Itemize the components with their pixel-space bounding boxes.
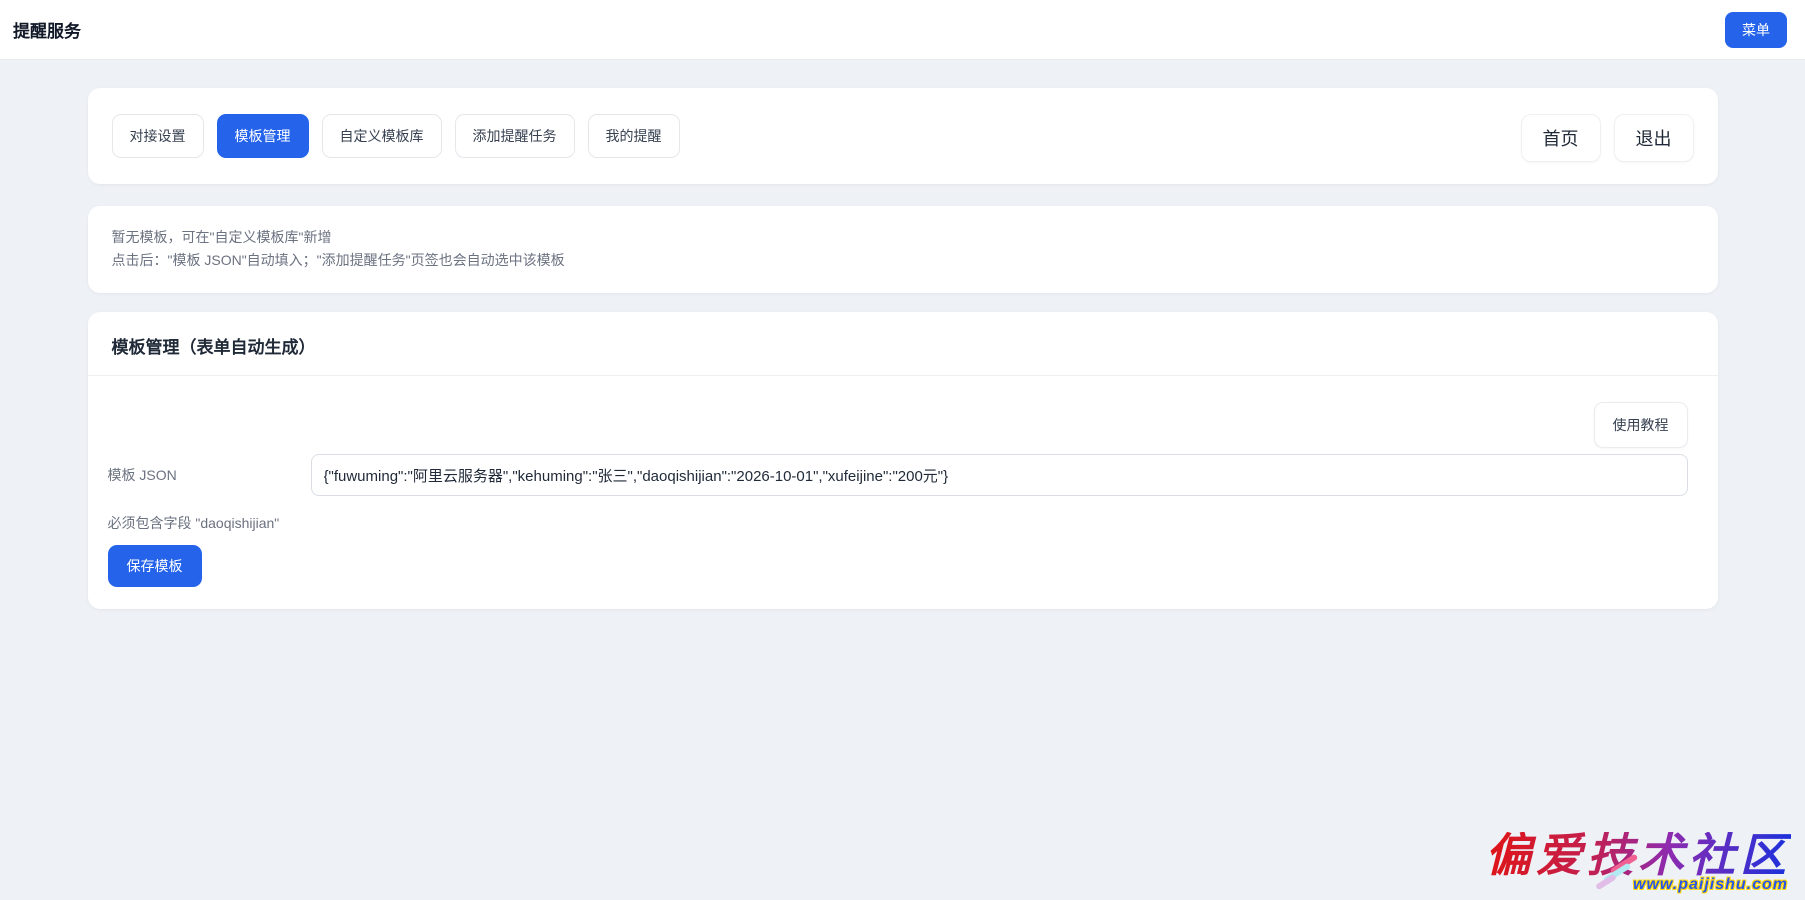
watermark-decor-strokes: [1595, 861, 1639, 888]
main-container: 对接设置 模板管理 自定义模板库 添加提醒任务 我的提醒 首页 退出 暂无模板，…: [88, 88, 1718, 609]
template-json-input[interactable]: [311, 454, 1688, 496]
notice-line-2: 点击后："模板 JSON"自动填入；"添加提醒任务"页签也会自动选中该模板: [112, 249, 1694, 272]
nav-right-actions: 首页 退出: [1521, 114, 1694, 162]
notice-line-1: 暂无模板，可在"自定义模板库"新增: [112, 226, 1694, 249]
decor-stroke-pink: [1610, 854, 1639, 875]
tab-my-reminders[interactable]: 我的提醒: [588, 114, 680, 158]
watermark-logo: 偏爱技术社区 www.paijishu.com: [1485, 832, 1791, 894]
template-card-body: 使用教程 模板 JSON 必须包含字段 "daoqishijian" 保存模板: [88, 376, 1718, 609]
watermark-brand-text: 偏爱技术社区: [1485, 832, 1791, 880]
logout-button[interactable]: 退出: [1614, 114, 1694, 162]
decor-stroke-teal: [1603, 863, 1632, 884]
tab-connection-settings[interactable]: 对接设置: [112, 114, 204, 158]
watermark-url-text: www.paijishu.com: [1485, 876, 1788, 894]
home-button[interactable]: 首页: [1521, 114, 1601, 162]
menu-button[interactable]: 菜单: [1725, 12, 1787, 48]
required-field-hint: 必须包含字段 "daoqishijian": [108, 513, 1688, 533]
tutorial-button[interactable]: 使用教程: [1594, 402, 1688, 448]
page-title: 提醒服务: [13, 17, 81, 42]
template-json-row: 模板 JSON: [108, 454, 1688, 496]
tab-add-reminder-task[interactable]: 添加提醒任务: [455, 114, 575, 158]
notice-card: 暂无模板，可在"自定义模板库"新增 点击后："模板 JSON"自动填入；"添加提…: [88, 206, 1718, 293]
decor-stroke-lavender: [1595, 874, 1617, 891]
template-management-card: 模板管理（表单自动生成） 使用教程 模板 JSON 必须包含字段 "daoqis…: [88, 312, 1718, 609]
tab-bar: 对接设置 模板管理 自定义模板库 添加提醒任务 我的提醒: [112, 114, 680, 158]
tab-custom-template-library[interactable]: 自定义模板库: [322, 114, 442, 158]
save-template-button[interactable]: 保存模板: [108, 545, 202, 587]
app-header: 提醒服务 菜单: [0, 0, 1805, 60]
template-card-header: 模板管理（表单自动生成）: [88, 312, 1718, 376]
template-json-label: 模板 JSON: [108, 465, 311, 485]
tab-template-management[interactable]: 模板管理: [217, 114, 309, 158]
tutorial-row: 使用教程: [108, 402, 1688, 448]
section-title: 模板管理（表单自动生成）: [112, 333, 1694, 358]
nav-card: 对接设置 模板管理 自定义模板库 添加提醒任务 我的提醒 首页 退出: [88, 88, 1718, 184]
